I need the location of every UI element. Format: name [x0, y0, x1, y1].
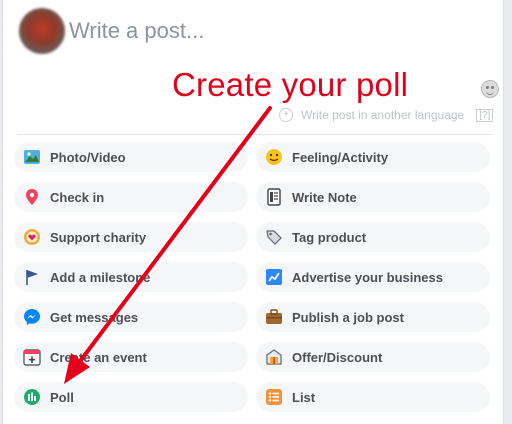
note-icon	[264, 187, 284, 207]
location-pin-icon	[22, 187, 42, 207]
option-advertise-business[interactable]: Advertise your business	[256, 262, 490, 292]
option-label: Add a milestone	[50, 269, 151, 285]
option-tag-product[interactable]: Tag product	[256, 222, 490, 252]
briefcase-icon	[264, 307, 284, 327]
language-help[interactable]: [?]	[476, 108, 494, 122]
option-label: Publish a job post	[292, 309, 404, 325]
option-label: Create an event	[50, 349, 147, 365]
option-label: Photo/Video	[50, 149, 126, 165]
list-icon	[264, 387, 284, 407]
option-publish-job-post[interactable]: Publish a job post	[256, 302, 490, 332]
smiley-icon	[264, 147, 284, 167]
option-label: Support charity	[50, 229, 147, 245]
option-label: Get messages	[50, 309, 139, 325]
flag-icon	[22, 267, 42, 287]
write-in-another-language[interactable]: + Write post in another language [?]	[279, 106, 494, 124]
photo-icon	[22, 147, 42, 167]
option-feeling-activity[interactable]: Feeling/Activity	[256, 142, 490, 172]
option-label: Poll	[50, 389, 74, 405]
messenger-icon	[22, 307, 42, 327]
option-check-in[interactable]: Check in	[14, 182, 248, 212]
option-offer-discount[interactable]: Offer/Discount	[256, 342, 490, 372]
language-link-label: Write post in another language	[301, 108, 465, 122]
option-create-event[interactable]: Create an event	[14, 342, 248, 372]
poll-icon	[22, 387, 42, 407]
emoji-icon[interactable]	[481, 80, 499, 98]
option-label: Offer/Discount	[292, 349, 383, 365]
option-label: List	[292, 389, 316, 405]
annotation-text: Create your poll	[172, 66, 409, 103]
option-poll[interactable]: Poll	[14, 382, 248, 412]
calendar-plus-icon	[22, 347, 42, 367]
divider	[17, 134, 493, 135]
option-label: Tag product	[292, 229, 367, 245]
option-label: Check in	[50, 189, 105, 205]
option-list[interactable]: List	[256, 382, 490, 412]
avatar	[19, 8, 65, 54]
tag-icon	[264, 227, 284, 247]
charity-icon	[22, 227, 42, 247]
option-add-milestone[interactable]: Add a milestone	[14, 262, 248, 292]
option-label: Write Note	[292, 189, 357, 205]
option-write-note[interactable]: Write Note	[256, 182, 490, 212]
option-photo-video[interactable]: Photo/Video	[14, 142, 248, 172]
option-label: Advertise your business	[292, 269, 443, 285]
option-get-messages[interactable]: Get messages	[14, 302, 248, 332]
chart-icon	[264, 267, 284, 287]
option-label: Feeling/Activity	[292, 149, 389, 165]
option-support-charity[interactable]: Support charity	[14, 222, 248, 252]
offer-icon	[264, 347, 284, 367]
post-composer-input[interactable]: Write a post...	[69, 14, 369, 48]
plus-icon: +	[279, 108, 293, 122]
